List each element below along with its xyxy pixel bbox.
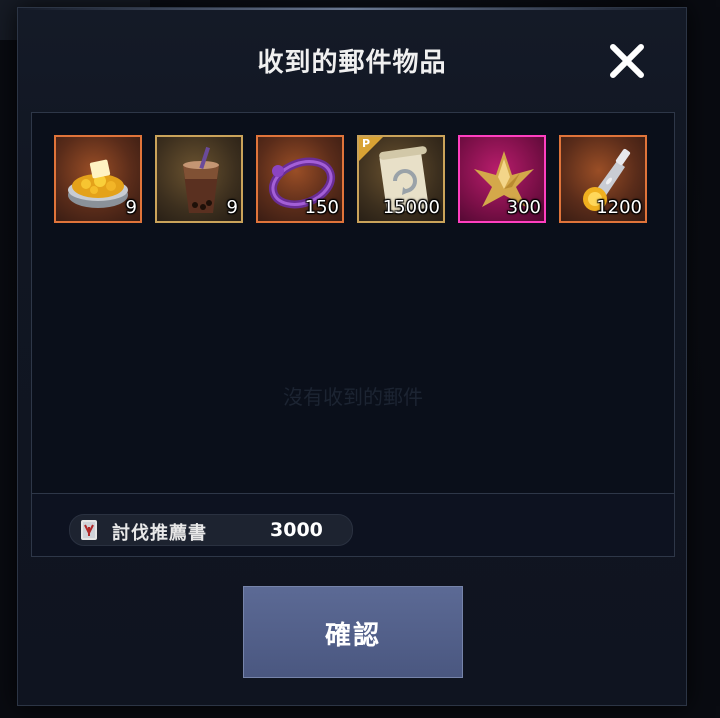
cost-panel: 討伐推薦書 3000 — [31, 493, 675, 557]
item-slot-4[interactable]: P 15000 — [357, 135, 445, 223]
cost-pill: 討伐推薦書 3000 — [69, 514, 353, 546]
p-badge-label: P — [362, 137, 371, 150]
item-slot-2[interactable]: 9 — [155, 135, 243, 223]
items-panel: 沒有收到的郵件 9 9 150 P 15000 300 1200 — [31, 112, 675, 494]
item-slot-6[interactable]: 1200 — [559, 135, 647, 223]
item-quantity: 9 — [226, 197, 238, 218]
confirm-label: 確認 — [324, 621, 381, 651]
item-slot-5[interactable]: 300 — [458, 135, 546, 223]
empty-message: 沒有收到的郵件 — [283, 385, 423, 409]
subjugation-book-icon — [81, 520, 97, 540]
confirm-button[interactable]: 確認 — [243, 586, 463, 678]
item-quantity: 300 — [506, 197, 541, 218]
close-icon — [610, 44, 644, 78]
item-slot-1[interactable]: 9 — [54, 135, 142, 223]
item-slot-3[interactable]: 150 — [256, 135, 344, 223]
item-quantity: 1200 — [596, 197, 642, 218]
cost-value: 3000 — [270, 519, 323, 541]
item-quantity: 15000 — [382, 197, 440, 218]
item-quantity: 9 — [125, 197, 137, 218]
cost-label: 討伐推薦書 — [112, 523, 207, 544]
item-quantity: 150 — [304, 197, 339, 218]
dialog-title: 收到的郵件物品 — [257, 48, 447, 78]
close-button[interactable] — [606, 40, 648, 82]
mail-items-dialog: 收到的郵件物品 沒有收到的郵件 9 9 150 P 15000 300 1200… — [17, 7, 687, 706]
